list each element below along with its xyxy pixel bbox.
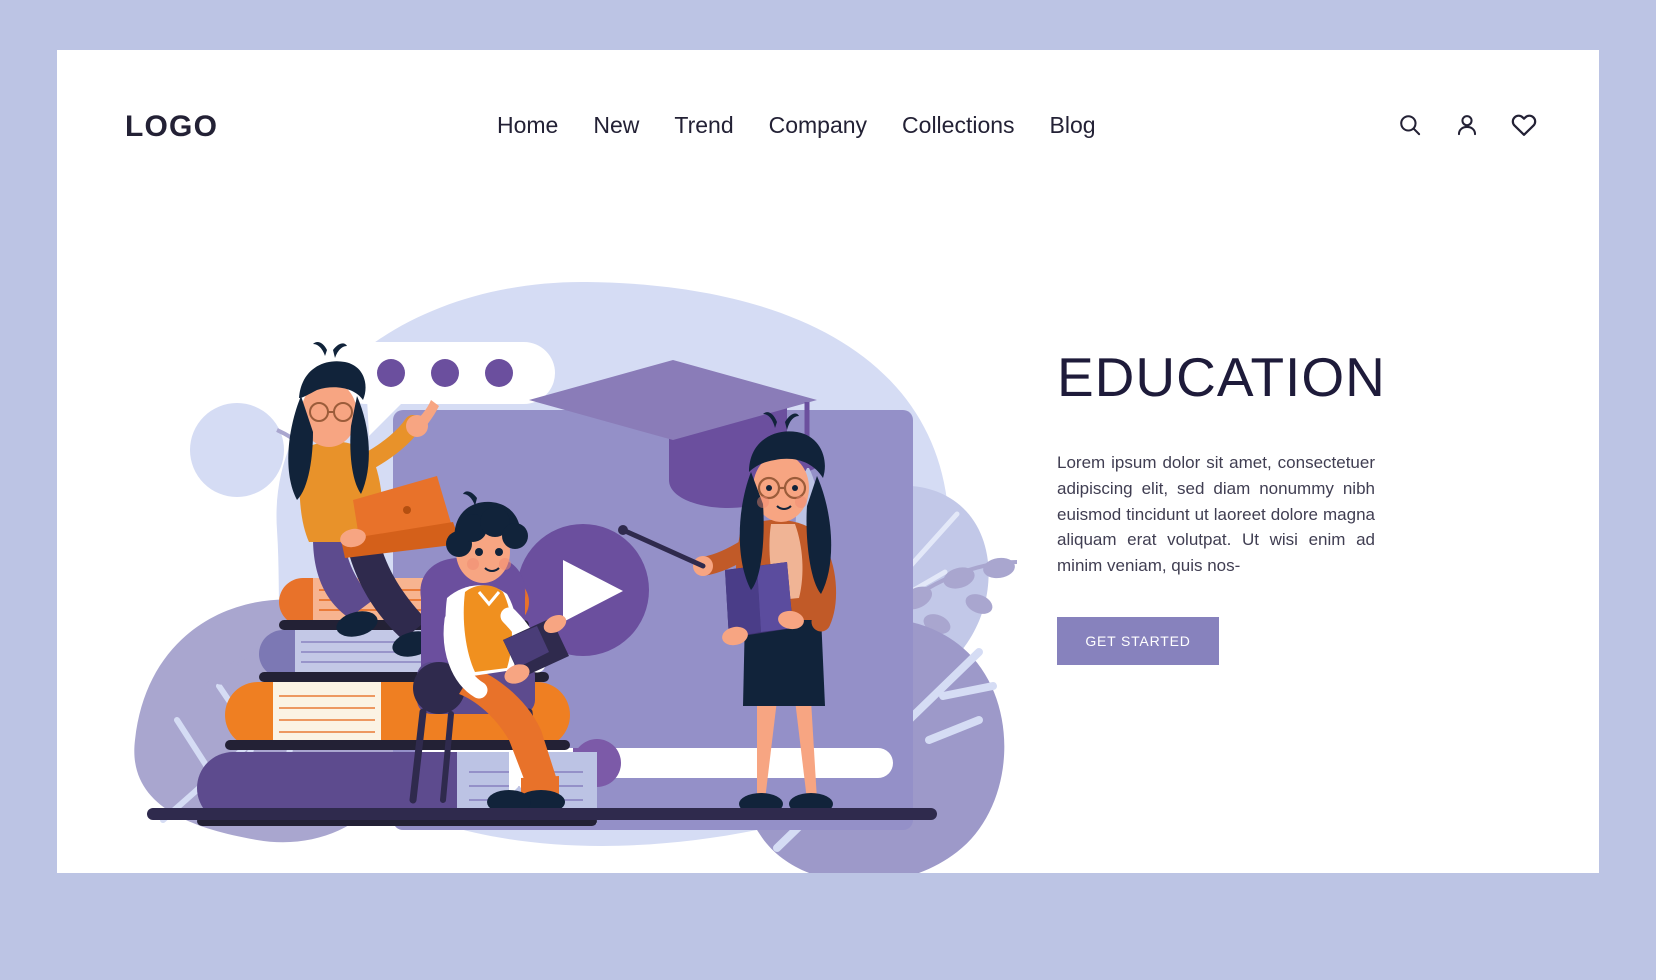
nav-item-collections[interactable]: Collections	[902, 112, 1015, 139]
nav-item-blog[interactable]: Blog	[1050, 112, 1096, 139]
hero-paragraph: Lorem ipsum dolor sit amet, consectetuer…	[1057, 453, 1375, 576]
education-illustration	[117, 200, 1017, 873]
get-started-button[interactable]: GET STARTED	[1057, 617, 1219, 666]
user-icon[interactable]	[1452, 110, 1482, 140]
main-navigation: Home New Trend Company Collections Blog	[497, 112, 1096, 139]
search-icon[interactable]	[1395, 110, 1425, 140]
nav-item-company[interactable]: Company	[769, 112, 867, 139]
site-header: LOGO Home New Trend Company Collections …	[57, 50, 1599, 190]
page-canvas: LOGO Home New Trend Company Collections …	[57, 50, 1599, 873]
nav-item-trend[interactable]: Trend	[674, 112, 733, 139]
hero-content: EDUCATION Lorem ipsum dolor sit amet, co…	[1057, 346, 1437, 666]
ground-line	[147, 808, 937, 820]
header-icon-group	[1395, 110, 1539, 140]
heart-icon[interactable]	[1509, 110, 1539, 140]
page-title: EDUCATION	[1057, 346, 1386, 408]
nav-item-home[interactable]: Home	[497, 112, 558, 139]
nav-item-new[interactable]: New	[593, 112, 639, 139]
site-logo[interactable]: LOGO	[125, 110, 218, 144]
page-root: LOGO Home New Trend Company Collections …	[0, 0, 1656, 980]
